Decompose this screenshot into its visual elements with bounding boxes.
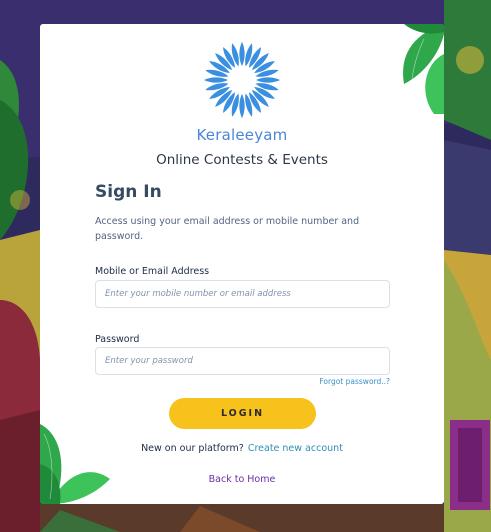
email-label: Mobile or Email Address bbox=[95, 266, 210, 277]
password-label: Password bbox=[95, 334, 140, 345]
create-account-link[interactable]: Create new account bbox=[248, 443, 343, 454]
email-field[interactable] bbox=[95, 280, 390, 308]
leaf-decoration-top-right bbox=[403, 24, 444, 114]
page-title: Sign In bbox=[95, 182, 162, 202]
login-button[interactable]: LOGIN bbox=[169, 398, 316, 429]
leaf-decoration-bottom-left bbox=[40, 424, 110, 504]
signin-card: Keraleeyam Online Contests & Events Sign… bbox=[40, 24, 444, 504]
back-to-home-link[interactable]: Back to Home bbox=[40, 474, 444, 485]
signup-prompt: New on our platform? bbox=[141, 443, 244, 454]
password-field[interactable] bbox=[95, 347, 390, 375]
brand-name: Keraleeyam bbox=[196, 126, 288, 144]
signin-description: Access using your email address or mobil… bbox=[95, 216, 360, 242]
forgot-password-link[interactable]: Forgot password..? bbox=[319, 377, 390, 386]
brand-tagline: Online Contests & Events bbox=[156, 152, 328, 168]
signup-row: New on our platform? Create new account bbox=[40, 443, 444, 454]
sun-ray-logo bbox=[204, 42, 280, 118]
